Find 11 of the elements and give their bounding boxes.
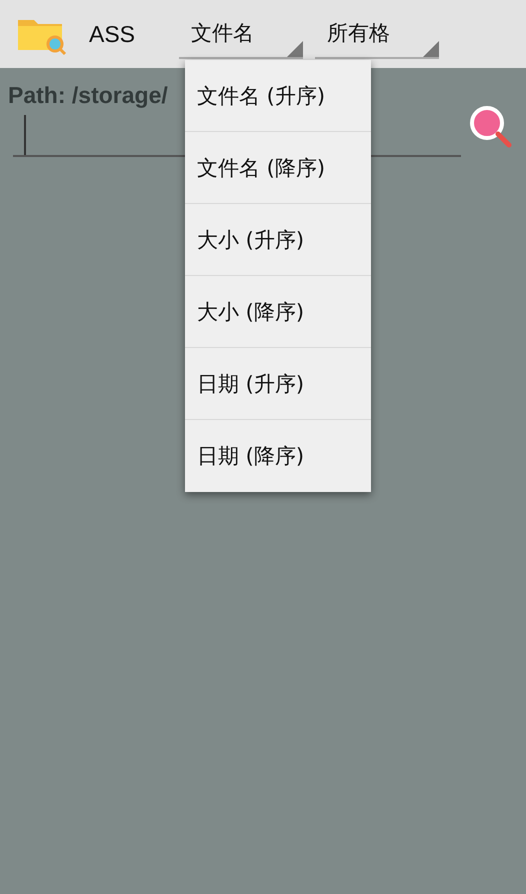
menu-item[interactable]: 大小 (降序) [185,276,371,348]
menu-item[interactable]: 大小 (升序) [185,204,371,276]
menu-item[interactable]: 文件名 (升序) [185,60,371,132]
search-icon[interactable] [469,105,513,149]
dropdown-arrow-icon [423,41,440,57]
menu-item[interactable]: 日期 (升序) [185,348,371,420]
app-title: ASS [89,20,136,48]
menu-item[interactable]: 日期 (降序) [185,420,371,492]
dropdown-arrow-icon [287,41,304,57]
menu-item[interactable]: 文件名 (降序) [185,132,371,204]
path-label: Path: /storage/ [7,81,168,109]
